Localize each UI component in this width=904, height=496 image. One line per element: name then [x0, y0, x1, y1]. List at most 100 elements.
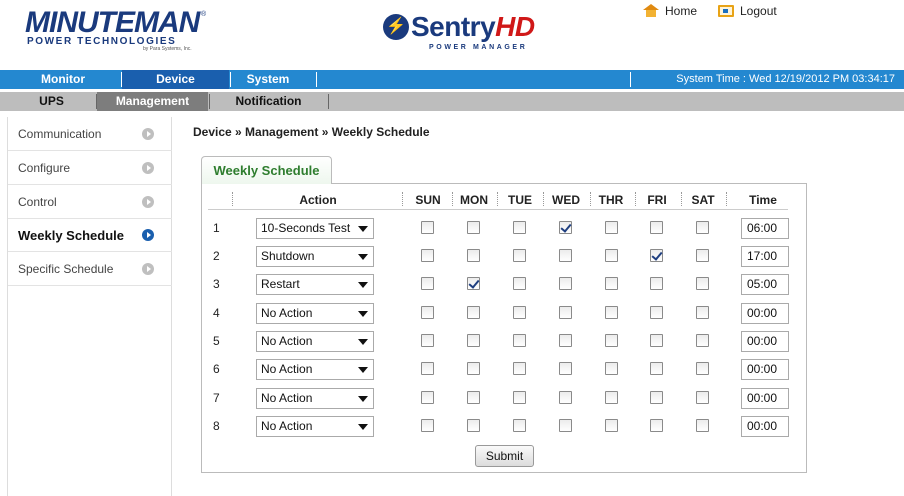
checkbox-fri[interactable]	[650, 249, 663, 262]
checkbox-sun[interactable]	[421, 362, 434, 375]
checkbox-wed[interactable]	[559, 419, 572, 432]
checkbox-fri[interactable]	[650, 334, 663, 347]
tab-system[interactable]: System	[232, 70, 304, 89]
action-select-value: 10-Seconds Test	[261, 221, 351, 235]
time-input[interactable]: 00:00	[741, 331, 789, 352]
sidebar-item-label: Communication	[18, 127, 102, 141]
checkbox-sun[interactable]	[421, 277, 434, 290]
action-select[interactable]: No Action	[256, 331, 374, 352]
checkbox-tue[interactable]	[513, 221, 526, 234]
checkbox-tue[interactable]	[513, 362, 526, 375]
checkbox-sun[interactable]	[421, 306, 434, 319]
logout-link[interactable]: Logout	[718, 4, 777, 18]
checkbox-thr[interactable]	[605, 334, 618, 347]
checkbox-fri[interactable]	[650, 362, 663, 375]
checkbox-wed[interactable]	[559, 221, 572, 234]
arrow-right-icon	[142, 263, 154, 275]
checkbox-mon[interactable]	[467, 334, 480, 347]
tab-monitor[interactable]: Monitor	[8, 70, 118, 89]
tab-ups[interactable]: UPS	[8, 92, 95, 111]
time-input[interactable]: 17:00	[741, 246, 789, 267]
checkbox-mon[interactable]	[467, 249, 480, 262]
checkbox-sat[interactable]	[696, 334, 709, 347]
time-input[interactable]: 00:00	[741, 359, 789, 380]
checkbox-mon[interactable]	[467, 362, 480, 375]
checkbox-fri[interactable]	[650, 419, 663, 432]
checkbox-sun[interactable]	[421, 419, 434, 432]
checkbox-sat[interactable]	[696, 306, 709, 319]
checkbox-sat[interactable]	[696, 362, 709, 375]
time-input[interactable]: 00:00	[741, 416, 789, 437]
checkbox-sun[interactable]	[421, 221, 434, 234]
checkbox-thr[interactable]	[605, 277, 618, 290]
tab-management[interactable]: Management	[97, 92, 208, 111]
sidebar-item-weekly-schedule[interactable]: Weekly Schedule	[8, 218, 172, 252]
action-select-value: No Action	[261, 362, 313, 376]
checkbox-sat[interactable]	[696, 391, 709, 404]
sidebar-item-label: Weekly Schedule	[18, 228, 124, 243]
checkbox-fri[interactable]	[650, 306, 663, 319]
action-select[interactable]: No Action	[256, 416, 374, 437]
checkbox-tue[interactable]	[513, 334, 526, 347]
checkbox-mon[interactable]	[467, 277, 480, 290]
checkbox-fri[interactable]	[650, 221, 663, 234]
checkbox-tue[interactable]	[513, 249, 526, 262]
time-input[interactable]: 05:00	[741, 274, 789, 295]
checkbox-thr[interactable]	[605, 362, 618, 375]
time-input[interactable]: 00:00	[741, 303, 789, 324]
dropdown-arrow-icon	[358, 339, 368, 345]
checkbox-wed[interactable]	[559, 249, 572, 262]
checkbox-wed[interactable]	[559, 277, 572, 290]
action-select[interactable]: No Action	[256, 388, 374, 409]
checkbox-tue[interactable]	[513, 419, 526, 432]
checkbox-sat[interactable]	[696, 419, 709, 432]
sidebar-item-communication[interactable]: Communication	[8, 117, 172, 151]
checkbox-wed[interactable]	[559, 362, 572, 375]
sidebar-item-configure[interactable]: Configure	[8, 151, 172, 185]
checkbox-thr[interactable]	[605, 419, 618, 432]
column-separator	[681, 192, 682, 206]
row-number: 2	[213, 249, 220, 263]
checkbox-thr[interactable]	[605, 221, 618, 234]
checkbox-sat[interactable]	[696, 221, 709, 234]
checkbox-sun[interactable]	[421, 249, 434, 262]
action-select[interactable]: Shutdown	[256, 246, 374, 267]
checkbox-sat[interactable]	[696, 277, 709, 290]
tab-device[interactable]: Device	[122, 70, 229, 89]
checkbox-sat[interactable]	[696, 249, 709, 262]
checkbox-fri[interactable]	[650, 391, 663, 404]
brand-tagline: by Para Systems, Inc.	[143, 46, 192, 52]
time-input[interactable]: 06:00	[741, 218, 789, 239]
time-input[interactable]: 00:00	[741, 388, 789, 409]
submit-button[interactable]: Submit	[475, 445, 534, 467]
checkbox-tue[interactable]	[513, 306, 526, 319]
action-select[interactable]: No Action	[256, 303, 374, 324]
checkbox-wed[interactable]	[559, 306, 572, 319]
checkbox-tue[interactable]	[513, 277, 526, 290]
sidebar-item-control[interactable]: Control	[8, 185, 172, 219]
sidebar-item-specific-schedule[interactable]: Specific Schedule	[8, 252, 172, 286]
checkbox-thr[interactable]	[605, 306, 618, 319]
home-link[interactable]: Home	[643, 4, 697, 18]
checkbox-sun[interactable]	[421, 391, 434, 404]
checkbox-mon[interactable]	[467, 419, 480, 432]
checkbox-thr[interactable]	[605, 391, 618, 404]
column-separator	[726, 192, 727, 206]
action-select[interactable]: No Action	[256, 359, 374, 380]
nav-separator	[328, 94, 329, 109]
tab-weekly-schedule[interactable]: Weekly Schedule	[201, 156, 332, 184]
action-select[interactable]: Restart	[256, 274, 374, 295]
checkbox-wed[interactable]	[559, 334, 572, 347]
column-header-thr: THR	[598, 193, 624, 207]
checkbox-sun[interactable]	[421, 334, 434, 347]
tab-notification[interactable]: Notification	[210, 92, 327, 111]
checkbox-thr[interactable]	[605, 249, 618, 262]
column-header-fri: FRI	[647, 193, 667, 207]
checkbox-fri[interactable]	[650, 277, 663, 290]
checkbox-wed[interactable]	[559, 391, 572, 404]
checkbox-mon[interactable]	[467, 306, 480, 319]
action-select[interactable]: 10-Seconds Test	[256, 218, 374, 239]
checkbox-mon[interactable]	[467, 391, 480, 404]
checkbox-tue[interactable]	[513, 391, 526, 404]
checkbox-mon[interactable]	[467, 221, 480, 234]
